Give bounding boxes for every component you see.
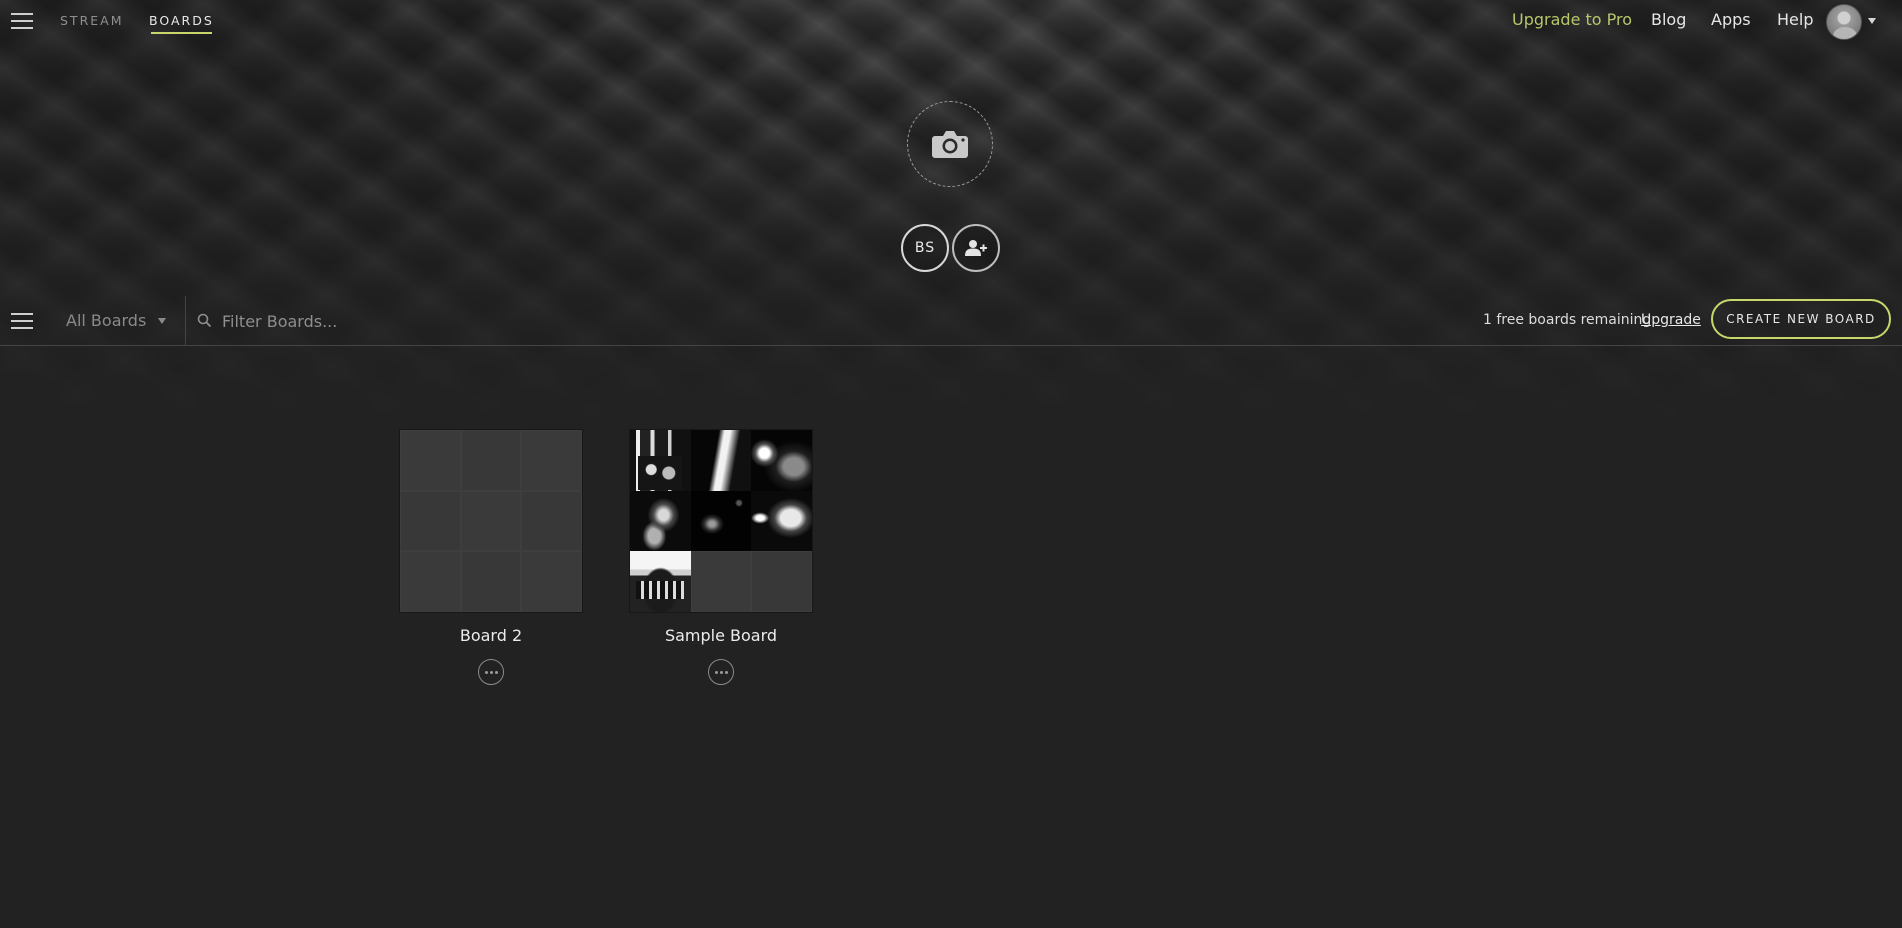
- empty-tile: [690, 551, 752, 612]
- board-options-button[interactable]: [708, 659, 734, 685]
- add-user-icon: [965, 240, 987, 256]
- filter-boards-input[interactable]: [222, 306, 642, 336]
- upload-cover-photo-button[interactable]: [907, 101, 993, 187]
- boards-toolbar: All Boards 1 free boards remaining. Upgr…: [0, 296, 1902, 346]
- remaining-boards-text: 1 free boards remaining.: [1483, 312, 1656, 328]
- board-image: [690, 430, 752, 491]
- empty-tile: [460, 551, 522, 612]
- tab-stream[interactable]: STREAM: [60, 13, 124, 28]
- main-menu-icon[interactable]: [11, 13, 33, 29]
- upgrade-to-pro-link[interactable]: Upgrade to Pro: [1512, 10, 1632, 29]
- empty-tile: [521, 430, 582, 491]
- empty-tile: [460, 430, 522, 491]
- account-dropdown-icon[interactable]: [1868, 18, 1876, 24]
- cover-image: [0, 0, 1902, 430]
- board-image: [690, 490, 752, 552]
- empty-tile: [460, 490, 522, 552]
- board-thumbnail[interactable]: [630, 430, 812, 612]
- board-filter-dropdown-icon[interactable]: [158, 318, 166, 324]
- create-new-board-button[interactable]: CREATE NEW BOARD: [1711, 299, 1891, 339]
- board-card-board-2: Board 2: [400, 430, 582, 685]
- board-name[interactable]: Board 2: [400, 626, 582, 645]
- upgrade-link[interactable]: Upgrade: [1641, 312, 1701, 328]
- board-name[interactable]: Sample Board: [630, 626, 812, 645]
- add-member-button[interactable]: [952, 224, 1000, 272]
- top-navigation: STREAM BOARDS Upgrade to Pro Blog Apps H…: [0, 0, 1902, 42]
- empty-tile: [400, 490, 461, 552]
- board-filter-select[interactable]: All Boards: [66, 311, 146, 330]
- toolbar-divider: [185, 296, 186, 346]
- empty-tile: [521, 551, 582, 612]
- empty-tile: [400, 551, 461, 612]
- board-card-sample-board: Sample Board: [630, 430, 812, 685]
- boards-menu-icon[interactable]: [11, 313, 33, 329]
- board-image: [751, 490, 812, 552]
- empty-tile: [751, 551, 812, 612]
- empty-tile: [400, 430, 461, 491]
- board-image: [630, 490, 691, 552]
- blog-link[interactable]: Blog: [1651, 10, 1686, 29]
- board-image: [751, 430, 812, 491]
- camera-icon: [932, 131, 968, 158]
- user-avatar[interactable]: [1826, 4, 1862, 40]
- search-icon: [197, 313, 212, 328]
- apps-link[interactable]: Apps: [1711, 10, 1751, 29]
- board-thumbnail[interactable]: [400, 430, 582, 612]
- board-image: [630, 551, 691, 612]
- member-avatar-bs[interactable]: BS: [901, 224, 949, 272]
- board-options-button[interactable]: [478, 659, 504, 685]
- board-image: [630, 430, 691, 491]
- tab-boards[interactable]: BOARDS: [149, 13, 214, 34]
- empty-tile: [521, 490, 582, 552]
- help-link[interactable]: Help: [1777, 10, 1813, 29]
